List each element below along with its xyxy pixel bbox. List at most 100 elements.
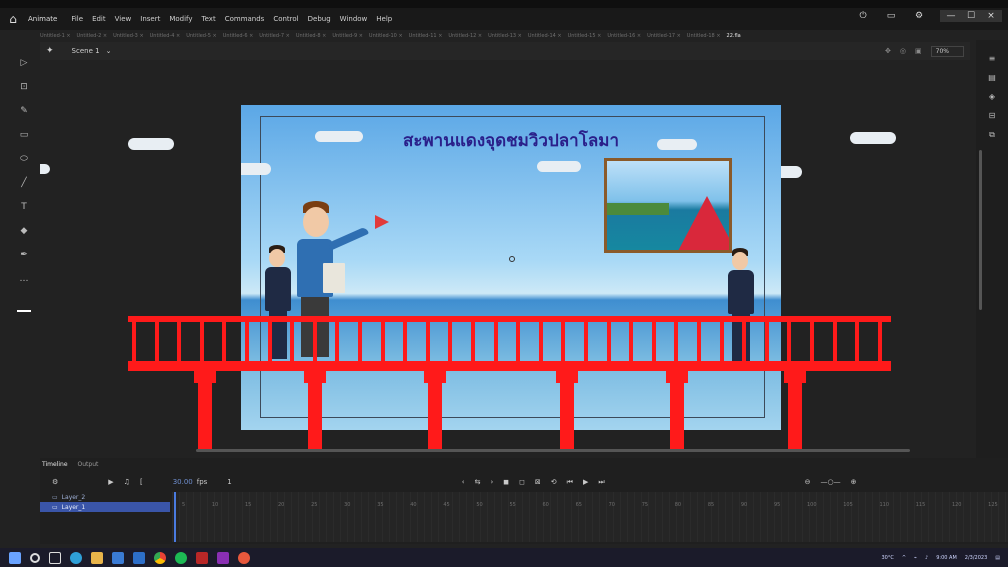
blank-keyframe-icon[interactable]: ◻ — [519, 478, 525, 486]
doc-tab[interactable]: Untitled-18 × — [687, 33, 721, 39]
center-stage-icon[interactable]: ◎ — [900, 47, 906, 55]
delete-frame-icon[interactable]: ⊠ — [535, 478, 541, 486]
search-icon[interactable] — [30, 552, 40, 563]
frame-grid[interactable] — [172, 492, 1008, 542]
snap-icon[interactable]: ✥ — [885, 47, 891, 55]
task-view-icon[interactable] — [49, 551, 61, 564]
notification-icon[interactable]: ▤ — [995, 555, 1000, 561]
menu-item-file[interactable]: File — [71, 15, 83, 23]
weather-readout[interactable]: 30°C — [881, 555, 893, 561]
doc-tab[interactable]: Untitled-10 × — [369, 33, 403, 39]
doc-tab-active[interactable]: 22.fla — [727, 33, 741, 39]
menu-item-commands[interactable]: Commands — [225, 15, 265, 23]
vertical-scrollbar[interactable] — [979, 150, 982, 310]
transform-icon[interactable]: ⧉ — [989, 130, 995, 140]
minimize-icon[interactable]: — — [944, 10, 958, 22]
chrome-icon[interactable] — [154, 551, 166, 564]
menu-item-view[interactable]: View — [115, 15, 132, 23]
chevron-right-icon[interactable]: › — [490, 478, 493, 486]
eyedropper-icon[interactable]: ✒ — [16, 248, 32, 262]
menu-item-text[interactable]: Text — [202, 15, 216, 23]
camera-icon[interactable]: ⚙ — [52, 478, 58, 486]
last-frame-icon[interactable]: ⏭ — [598, 478, 604, 487]
tab-timeline[interactable]: Timeline — [42, 461, 68, 468]
selection-tool-icon[interactable]: ▷ — [16, 56, 32, 70]
doc-tab[interactable]: Untitled-12 × — [448, 33, 482, 39]
tab-output[interactable]: Output — [78, 461, 99, 468]
menu-item-help[interactable]: Help — [376, 15, 392, 23]
file-explorer-icon[interactable] — [91, 551, 103, 564]
doc-tab[interactable]: Untitled-9 × — [332, 33, 363, 39]
scene-name[interactable]: Scene 1 — [72, 47, 100, 55]
horizontal-scrollbar[interactable] — [196, 449, 910, 452]
doc-tab[interactable]: Untitled-7 × — [259, 33, 290, 39]
menu-item-edit[interactable]: Edit — [92, 15, 106, 23]
photoshop-icon[interactable] — [196, 551, 208, 564]
insert-keyframe-icon[interactable]: ◼ — [503, 478, 509, 486]
doc-tab[interactable]: Untitled-16 × — [607, 33, 641, 39]
clip-icon[interactable]: ▣ — [915, 47, 922, 55]
store-icon[interactable] — [112, 551, 124, 564]
gear-icon[interactable]: ⚙ — [912, 10, 926, 22]
doc-tab[interactable]: Untitled-14 × — [528, 33, 562, 39]
oval-tool-icon[interactable]: ⬭ — [16, 152, 32, 166]
menu-item-insert[interactable]: Insert — [140, 15, 160, 23]
align-icon[interactable]: ⊟ — [989, 111, 996, 120]
zoom-level[interactable]: 70% — [930, 45, 964, 57]
mail-icon[interactable] — [133, 551, 145, 564]
maximize-icon[interactable]: ☐ — [964, 10, 978, 22]
app-icon[interactable] — [238, 551, 250, 564]
menu-item-modify[interactable]: Modify — [169, 15, 192, 23]
layer-row[interactable]: ▭ Layer_1 — [40, 502, 170, 512]
doc-tab[interactable]: Untitled-2 × — [77, 33, 108, 39]
doc-tab[interactable]: Untitled-5 × — [186, 33, 217, 39]
play-icon[interactable]: ▶ — [583, 478, 588, 486]
clock-time[interactable]: 9:00 AM — [936, 555, 957, 561]
menu-item-debug[interactable]: Debug — [308, 15, 331, 23]
chevron-up-icon[interactable]: ^ — [902, 555, 906, 561]
menu-item-window[interactable]: Window — [340, 15, 368, 23]
first-frame-icon[interactable]: ⏮ — [567, 478, 573, 487]
line-tool-icon[interactable]: ╱ — [16, 176, 32, 190]
doc-tab[interactable]: Untitled-6 × — [223, 33, 254, 39]
share-icon[interactable]: ⏻ — [856, 10, 870, 22]
volume-icon[interactable]: ♪ — [925, 555, 928, 561]
text-tool-icon[interactable]: T — [16, 200, 32, 214]
onion-skin-icon[interactable]: ▶ — [108, 478, 113, 486]
zoom-in-icon[interactable]: ⊕ — [851, 478, 857, 486]
doc-tab[interactable]: Untitled-13 × — [488, 33, 522, 39]
subselection-tool-icon[interactable]: ⊡ — [16, 80, 32, 94]
library-icon[interactable]: ▤ — [988, 73, 996, 82]
fps-readout[interactable]: 30.00 — [173, 478, 193, 486]
close-icon[interactable]: × — [984, 10, 998, 22]
doc-tab[interactable]: Untitled-17 × — [647, 33, 681, 39]
loop-playback-icon[interactable]: ⟲ — [551, 478, 557, 486]
rectangle-tool-icon[interactable]: ▭ — [16, 128, 32, 142]
zoom-slider[interactable]: —○— — [821, 478, 841, 486]
spotify-icon[interactable] — [175, 551, 187, 564]
properties-icon[interactable]: ≡ — [989, 54, 996, 63]
loop-icon[interactable]: ♫ — [124, 478, 130, 486]
assets-icon[interactable]: ◈ — [989, 92, 995, 101]
home-icon[interactable]: ⌂ — [6, 12, 20, 26]
menu-item-control[interactable]: Control — [273, 15, 298, 23]
network-icon[interactable]: ⌁ — [914, 555, 917, 561]
paint-bucket-icon[interactable]: ◆ — [16, 224, 32, 238]
frame-readout[interactable]: 1 — [227, 478, 231, 486]
windows-start-icon[interactable] — [9, 551, 21, 564]
red-bridge[interactable] — [128, 316, 891, 456]
doc-tab[interactable]: Untitled-8 × — [296, 33, 327, 39]
fill-color-swatch[interactable] — [17, 310, 31, 312]
bracket-icon[interactable]: [ — [140, 478, 143, 486]
doc-tab[interactable]: Untitled-3 × — [113, 33, 144, 39]
playhead[interactable] — [174, 492, 176, 542]
frame-nav-icon[interactable]: ⇆ — [475, 478, 481, 486]
doc-tab[interactable]: Untitled-4 × — [150, 33, 181, 39]
workspace-icon[interactable]: ▭ — [884, 10, 898, 22]
chevron-down-icon[interactable]: ⌄ — [106, 47, 112, 55]
edge-icon[interactable] — [70, 551, 82, 564]
zoom-out-icon[interactable]: ⊖ — [805, 478, 811, 486]
layer-row[interactable]: ▭ Layer_2 — [40, 492, 170, 502]
scene-icon[interactable]: ✦ — [46, 46, 54, 56]
animate-icon[interactable] — [217, 551, 229, 564]
